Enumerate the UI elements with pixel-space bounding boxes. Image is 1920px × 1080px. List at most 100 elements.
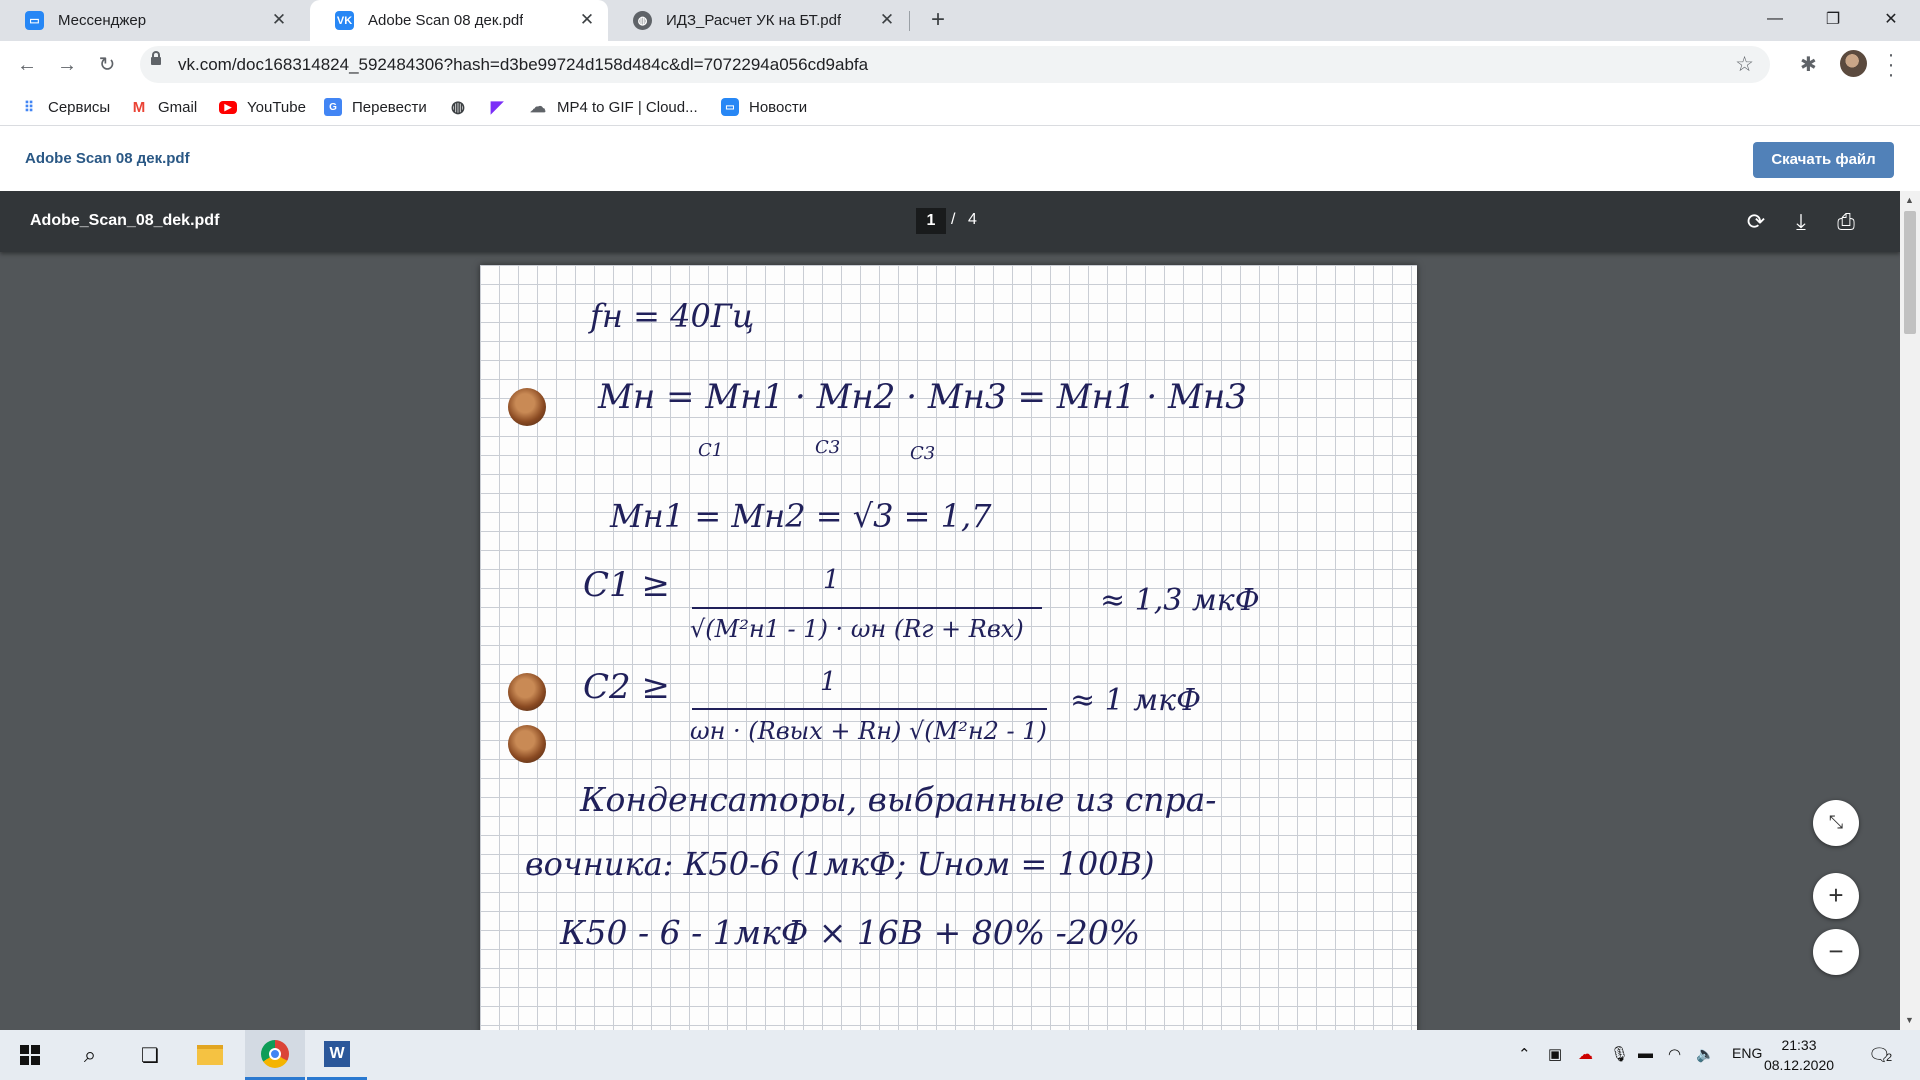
hw-line-mn-product: Мн = Мн1 · Мн2 · Мн3 = Мн1 · Мн3 (598, 377, 1247, 417)
document-header: Adobe Scan 08 дек.pdf Скачать файл (0, 127, 1920, 191)
hw-line-frequency: fн = 40Гц (590, 297, 755, 335)
binder-hole (508, 725, 546, 763)
wifi-icon[interactable]: ◠ (1668, 1045, 1681, 1063)
news-icon: ▭ (721, 98, 739, 116)
zoom-out-button[interactable]: − (1813, 929, 1859, 975)
globe-icon: ◍ (633, 11, 652, 30)
zoom-in-button[interactable]: + (1813, 873, 1859, 919)
chrome-icon (261, 1039, 289, 1068)
print-icon[interactable]: ⎙ (1832, 208, 1860, 236)
fit-to-page-button[interactable]: ⤡ (1813, 800, 1859, 846)
scrollbar-thumb[interactable] (1904, 211, 1916, 334)
fraction-bar (692, 708, 1047, 710)
close-window-button[interactable]: ✕ (1862, 0, 1920, 38)
clock[interactable]: 21:33 08.12.2020 (1754, 1035, 1844, 1075)
battery-icon[interactable]: ▬ (1638, 1045, 1653, 1062)
tab-title: Мессенджер (58, 12, 147, 29)
bookmark-label: Перевести (352, 98, 427, 116)
microphone-icon[interactable]: 🎙 (1610, 1045, 1629, 1063)
bookmark-label: MP4 to GIF | Cloud... (557, 98, 698, 116)
bookmark-services[interactable]: ⠿ Сервисы (20, 96, 110, 118)
page-number-input[interactable]: 1 (916, 208, 946, 234)
hw-c2-numerator: 1 (820, 667, 837, 697)
word-taskbar-button[interactable]: W (307, 1030, 367, 1080)
back-button[interactable]: ← (12, 50, 42, 80)
close-tab-icon[interactable]: ✕ (578, 11, 596, 29)
bookmark-mp4-to-gif[interactable]: ☁ MP4 to GIF | Cloud... (529, 96, 698, 118)
windows-logo-icon (20, 1045, 40, 1065)
hw-c2-result: ≈ 1 мкФ (1070, 683, 1201, 718)
tab-idz[interactable]: ◍ ИДЗ_Расчет УК на БТ.pdf ✕ (608, 0, 908, 41)
minimize-button[interactable]: — (1746, 0, 1804, 38)
pdf-viewer: Adobe_Scan_08_dek.pdf 1 / 4 ⟳ ⤓ ⎙ fн = 4… (0, 191, 1900, 1030)
task-view-button[interactable]: ❏ (120, 1030, 180, 1080)
hw-c2-denominator: ωн · (Rвых + Rн) √(М²н2 - 1) (690, 717, 1047, 745)
folder-icon (197, 1045, 223, 1065)
windows-taskbar: ⌕ ❏ W ⌃ ▣ ☁ 🎙 ▬ ◠ 🔈 ENG 21:33 08.12.2020… (0, 1030, 1920, 1080)
chrome-taskbar-button[interactable] (245, 1030, 305, 1080)
browser-toolbar: ← → ↻ vk.com/doc168314824_592484306?hash… (0, 41, 1920, 88)
maximize-button[interactable]: ❐ (1804, 0, 1862, 38)
bookmarks-bar: ⠿ Сервисы M Gmail ▶ YouTube G Перевести … (0, 88, 1920, 126)
bookmark-label: Gmail (158, 98, 198, 116)
translate-icon: G (324, 98, 342, 116)
bookmark-arrow[interactable]: ◤ (488, 96, 516, 118)
binder-hole (508, 388, 546, 426)
bookmark-youtube[interactable]: ▶ YouTube (219, 96, 306, 118)
hw-text-capacitors: Конденсаторы, выбранные из спра- (580, 780, 1217, 819)
file-explorer-button[interactable] (180, 1030, 240, 1080)
bookmark-gmail[interactable]: M Gmail (130, 96, 197, 118)
hw-text-reference: вочника: К50-6 (1мкФ; Uном = 100В) (525, 845, 1155, 883)
reload-button[interactable]: ↻ (92, 50, 122, 80)
bookmark-globe[interactable]: ◍ (449, 96, 477, 118)
page-title: Adobe Scan 08 дек.pdf (25, 150, 190, 167)
search-button[interactable]: ⌕ (60, 1030, 120, 1080)
task-view-icon: ❏ (141, 1044, 159, 1067)
pdf-page: fн = 40Гц Мн = Мн1 · Мн2 · Мн3 = Мн1 · М… (480, 265, 1417, 1030)
forward-button[interactable]: → (52, 50, 82, 80)
arrow-logo-icon: ◤ (490, 99, 504, 116)
new-tab-button[interactable]: + (924, 6, 952, 34)
tray-device-icon[interactable]: ▣ (1548, 1045, 1562, 1063)
extensions-puzzle-icon[interactable]: ✱ (1800, 52, 1817, 77)
tab-separator (909, 11, 910, 31)
messenger-icon: ▭ (25, 11, 44, 30)
tab-messenger[interactable]: ▭ Мессенджер ✕ (0, 0, 300, 41)
hw-sub-c3: C3 (910, 443, 936, 464)
download-file-button[interactable]: Скачать файл (1753, 142, 1894, 178)
download-icon[interactable]: ⤓ (1787, 208, 1815, 236)
hw-sub-c1: C1 (698, 440, 724, 461)
page-separator: / (951, 211, 956, 228)
tray-overflow-icon[interactable]: ⌃ (1518, 1045, 1531, 1063)
bookmark-translate[interactable]: G Перевести (324, 96, 427, 118)
hw-line-mn1-value: Мн1 = Мн2 = √3 = 1,7 (610, 497, 992, 535)
tab-strip: ▭ Мессенджер ✕ VK Adobe Scan 08 дек.pdf … (0, 0, 1920, 41)
bookmark-star-icon[interactable]: ☆ (1735, 52, 1754, 77)
browser-menu-icon[interactable]: · · · (1885, 44, 1897, 85)
bookmark-label: YouTube (247, 98, 306, 116)
tab-title: ИДЗ_Расчет УК на БТ.pdf (666, 12, 842, 29)
page-scrollbar[interactable]: ▲ ▼ (1900, 191, 1920, 1030)
word-icon: W (324, 1040, 350, 1067)
scroll-down-icon[interactable]: ▼ (1905, 1015, 1914, 1025)
scroll-up-icon[interactable]: ▲ (1905, 195, 1914, 205)
page-total: 4 (968, 211, 977, 228)
youtube-icon: ▶ (219, 100, 237, 114)
start-button[interactable] (0, 1030, 60, 1080)
binder-hole (508, 673, 546, 711)
url-text: vk.com/doc168314824_592484306?hash=d3be9… (178, 55, 869, 74)
tray-cloud-icon[interactable]: ☁ (1578, 1045, 1593, 1063)
volume-icon[interactable]: 🔈 (1696, 1045, 1715, 1063)
close-tab-icon[interactable]: ✕ (270, 11, 288, 29)
bookmark-news[interactable]: ▭ Новости (721, 96, 807, 118)
rotate-icon[interactable]: ⟳ (1742, 208, 1770, 236)
vk-icon: VK (335, 11, 354, 30)
tab-adobe-scan[interactable]: VK Adobe Scan 08 дек.pdf ✕ (310, 0, 608, 41)
profile-avatar[interactable] (1840, 50, 1867, 77)
hw-c1-denominator: √(М²н1 - 1) · ωн (Rг + Rвх) (690, 615, 1024, 643)
apps-grid-icon: ⠿ (23, 98, 35, 115)
hw-c1-numerator: 1 (823, 565, 840, 595)
hw-c2-lhs: C2 ≥ (583, 667, 670, 707)
address-bar[interactable]: vk.com/doc168314824_592484306?hash=d3be9… (140, 46, 1770, 83)
close-tab-icon[interactable]: ✕ (878, 11, 896, 29)
